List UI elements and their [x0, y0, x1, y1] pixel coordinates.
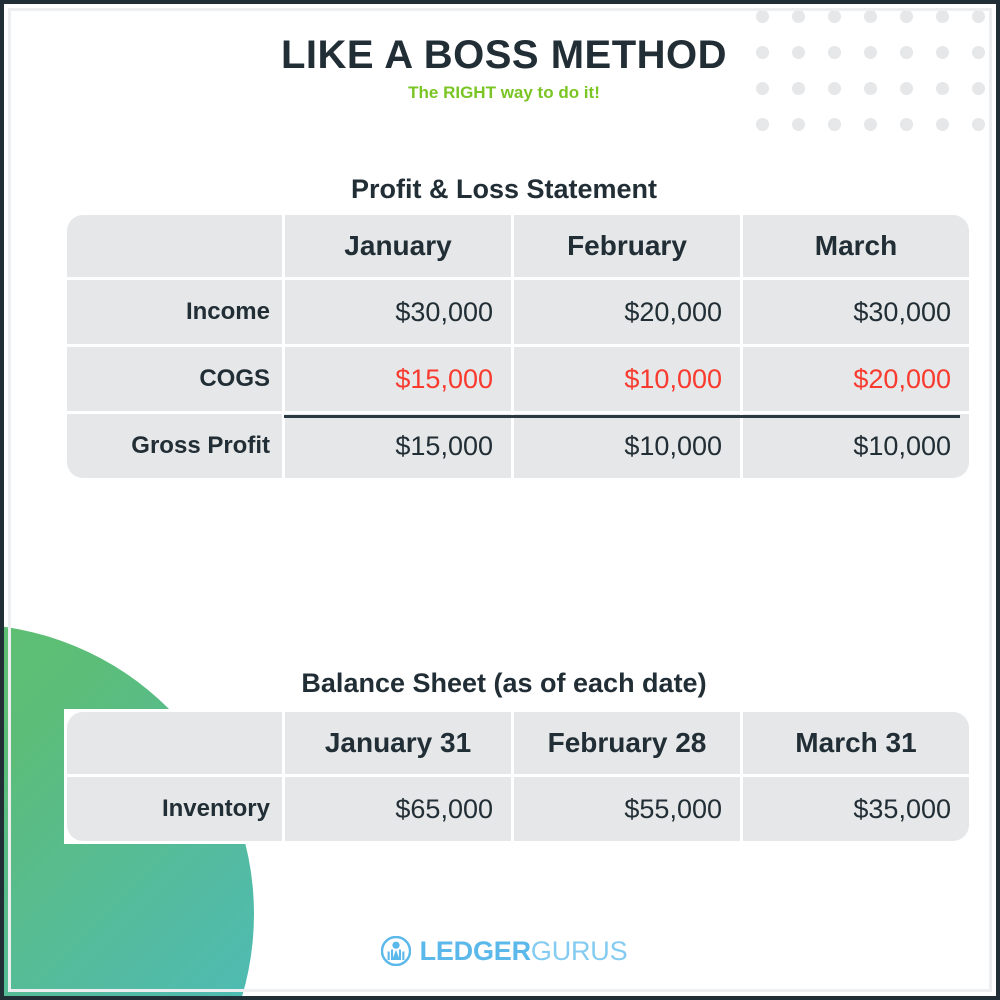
column-header: March 31	[743, 712, 969, 774]
decorative-dot	[864, 10, 877, 23]
table-cell-value: $30,000	[285, 280, 511, 344]
brand-logo-ledger: LEDGER	[419, 935, 532, 966]
decorative-dot	[828, 118, 841, 131]
balance-sheet-table: January 31 February 28 March 31 Inventory $6…	[64, 709, 972, 844]
table-cell-value: $30,000	[743, 280, 969, 344]
decorative-dot	[756, 118, 769, 131]
decorative-dot	[900, 118, 913, 131]
gross-profit-subtotal-rule	[284, 415, 960, 418]
ledgergurus-mark-icon	[380, 936, 411, 966]
table-cell-value: $65,000	[285, 777, 511, 841]
column-header: February	[514, 215, 740, 277]
balance-sheet-section-title: Balance Sheet (as of each date)	[301, 668, 707, 698]
table-header-row: January 31 February 28 March 31	[67, 712, 969, 774]
decorative-dot	[864, 118, 877, 131]
table-row: Gross Profit $15,000 $10,000 $10,000	[67, 414, 969, 478]
column-header: March	[743, 215, 969, 277]
table-row: COGS $15,000 $10,000 $20,000	[67, 347, 969, 411]
header-block: LIKE A BOSS METHOD The RIGHT way to do i…	[4, 32, 996, 103]
profit-loss-table: January February March Income $30,000 $20,000…	[64, 212, 972, 481]
profit-loss-section-title: Profit & Loss Statement	[350, 174, 658, 204]
profit_loss-corner-cell	[67, 215, 282, 277]
table-row: Inventory $65,000 $55,000 $35,000	[67, 777, 969, 841]
decorative-dot	[972, 10, 985, 23]
table-cell-value: $15,000	[285, 414, 511, 478]
table-cell-value: $20,000	[514, 280, 740, 344]
table-cell-value: $35,000	[743, 777, 969, 841]
column-header: January 31	[285, 712, 511, 774]
infographic-canvas: LIKE A BOSS METHOD The RIGHT way to do i…	[0, 0, 1000, 1000]
column-header: January	[285, 215, 511, 277]
table-header-row: January February March	[67, 215, 969, 277]
row-label: Income	[67, 280, 282, 344]
decorative-dot	[936, 10, 949, 23]
table-row: Income $30,000 $20,000 $30,000	[67, 280, 969, 344]
row-label: COGS	[67, 347, 282, 411]
brand-logo-gurus: GURUS	[530, 935, 628, 966]
brand-logo: LEDGERGURUS	[4, 935, 996, 966]
row-label: Gross Profit	[67, 414, 282, 478]
decorative-dot	[792, 118, 805, 131]
table-cell-value: $10,000	[743, 414, 969, 478]
decorative-dot	[792, 10, 805, 23]
table-cell-value: $20,000	[743, 347, 969, 411]
decorative-dot	[972, 118, 985, 131]
table-cell-value: $10,000	[514, 414, 740, 478]
decorative-dot	[756, 10, 769, 23]
column-header: February 28	[514, 712, 740, 774]
decorative-dot	[828, 10, 841, 23]
row-label: Inventory	[67, 777, 282, 841]
table-cell-value: $10,000	[514, 347, 740, 411]
page-title: LIKE A BOSS METHOD	[280, 33, 728, 77]
decorative-dot	[900, 10, 913, 23]
decorative-dot	[936, 118, 949, 131]
brand-logo-text: LEDGERGURUS	[419, 935, 628, 966]
table-cell-value: $15,000	[285, 347, 511, 411]
balance_sheet-corner-cell	[67, 712, 282, 774]
table-cell-value: $55,000	[514, 777, 740, 841]
page-subtitle: The RIGHT way to do it!	[408, 83, 600, 102]
